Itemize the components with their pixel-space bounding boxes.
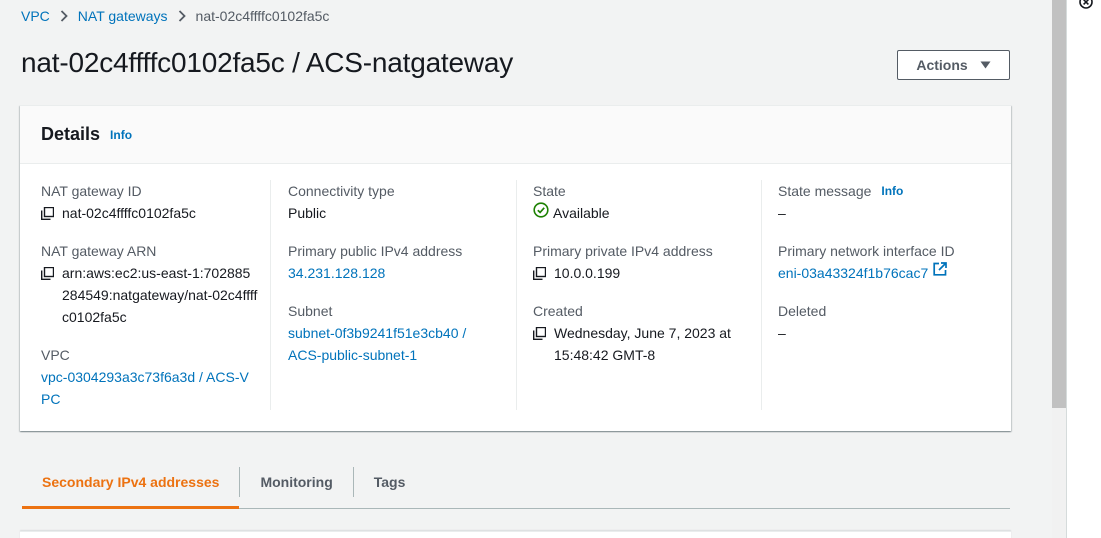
primary-public-ipv4-link[interactable]: 34.231.128.128 <box>288 262 385 284</box>
nat-gateway-arn-label: NAT gateway ARN <box>41 243 157 259</box>
deleted-value: – <box>778 325 786 341</box>
close-icon[interactable] <box>1079 0 1093 9</box>
nat-gateway-id-label: NAT gateway ID <box>41 183 142 199</box>
state-field: State Available <box>533 180 749 224</box>
vpc-link[interactable]: vpc-0304293a3c73f6a3d / ACS-VPC <box>41 366 258 410</box>
actions-button-label: Actions <box>916 57 968 73</box>
tab-monitoring[interactable]: Monitoring <box>239 466 352 497</box>
subnet-label: Subnet <box>288 303 333 319</box>
nat-gateway-id-field: NAT gateway ID nat-02c4ffffc0102fa5c <box>41 180 258 224</box>
details-info-link[interactable]: Info <box>110 128 132 142</box>
details-header: Details Info <box>20 106 1011 164</box>
chevron-right-icon <box>178 10 186 22</box>
primary-private-ipv4-value: 10.0.0.199 <box>554 265 621 281</box>
nat-gateway-arn-field: NAT gateway ARN arn:aws:ec2:us-east-1:70… <box>41 240 258 328</box>
details-column-1: NAT gateway ID nat-02c4ffffc0102fa5c NAT… <box>20 180 270 426</box>
nat-gateway-arn-value: arn:aws:ec2:us-east-1:702885284549:natga… <box>62 265 258 325</box>
tab-panel <box>20 531 1011 538</box>
state-message-label-row: State message Info <box>778 180 997 202</box>
chevron-right-icon <box>60 10 68 22</box>
deleted-field: Deleted – <box>778 300 997 344</box>
breadcrumb-vpc[interactable]: VPC <box>21 8 50 24</box>
vpc-label: VPC <box>41 347 70 363</box>
deleted-label: Deleted <box>778 303 827 319</box>
details-panel: Details Info NAT gateway ID nat-02c4ffff… <box>20 105 1011 431</box>
copy-icon[interactable] <box>533 322 547 344</box>
vpc-field: VPC vpc-0304293a3c73f6a3d / ACS-VPC <box>41 344 258 410</box>
breadcrumb-nat-gateways[interactable]: NAT gateways <box>78 8 168 24</box>
caret-down-icon <box>980 61 991 69</box>
created-value: Wednesday, June 7, 2023 at 15:48:42 GMT-… <box>554 325 731 363</box>
copy-icon[interactable] <box>41 202 55 224</box>
primary-eni-field: Primary network interface ID eni-03a4332… <box>778 240 997 284</box>
state-message-info-link[interactable]: Info <box>881 180 903 202</box>
state-message-value: – <box>778 205 786 221</box>
subnet-link[interactable]: subnet-0f3b9241f51e3cb40 / ACS-public-su… <box>288 322 490 366</box>
actions-button[interactable]: Actions <box>897 50 1010 80</box>
external-link-icon[interactable] <box>933 262 948 276</box>
copy-icon[interactable] <box>533 262 547 284</box>
primary-public-ipv4-label: Primary public IPv4 address <box>288 243 463 259</box>
breadcrumb-current: nat-02c4ffffc0102fa5c <box>195 8 330 24</box>
details-title: Details <box>41 124 101 144</box>
copy-icon[interactable] <box>41 262 55 284</box>
tab-secondary-ipv4-addresses[interactable]: Secondary IPv4 addresses <box>22 467 240 509</box>
created-label: Created <box>533 303 583 319</box>
primary-public-ipv4-field: Primary public IPv4 address 34.231.128.1… <box>288 240 504 284</box>
primary-eni-link[interactable]: eni-03a43324f1b76cac7 <box>778 262 928 284</box>
nat-gateway-id-value: nat-02c4ffffc0102fa5c <box>62 205 196 221</box>
primary-private-ipv4-field: Primary private IPv4 address 10.0.0.199 <box>533 240 749 284</box>
primary-eni-label: Primary network interface ID <box>778 243 955 259</box>
details-column-3: State Available Primary private IPv4 add… <box>516 180 761 410</box>
right-side-panel <box>1066 0 1101 538</box>
tab-tags[interactable]: Tags <box>352 466 426 497</box>
subnet-field: Subnet subnet-0f3b9241f51e3cb40 / ACS-pu… <box>288 300 504 366</box>
state-label: State <box>533 183 566 199</box>
page-title: nat-02c4ffffc0102fa5c / ACS-natgateway <box>21 47 514 78</box>
scrollbar-thumb[interactable] <box>1052 0 1066 408</box>
state-value: Available <box>553 205 610 221</box>
primary-private-ipv4-label: Primary private IPv4 address <box>533 243 713 259</box>
breadcrumb: VPC NAT gateways nat-02c4ffffc0102fa5c <box>21 6 329 26</box>
status-check-icon <box>533 202 549 218</box>
state-status: Available <box>533 202 749 224</box>
details-column-2: Connectivity type Public Primary public … <box>270 180 516 410</box>
state-message-field: State message Info – <box>778 180 997 224</box>
details-column-4: State message Info – Primary network int… <box>761 180 1009 410</box>
connectivity-type-field: Connectivity type Public <box>288 180 504 224</box>
tab-list: Secondary IPv4 addresses Monitoring Tags <box>22 455 1010 509</box>
connectivity-type-label: Connectivity type <box>288 183 395 199</box>
connectivity-type-value: Public <box>288 205 327 221</box>
state-message-label: State message <box>778 183 872 199</box>
created-field: Created Wednesday, June 7, 2023 at 15:48… <box>533 300 749 366</box>
